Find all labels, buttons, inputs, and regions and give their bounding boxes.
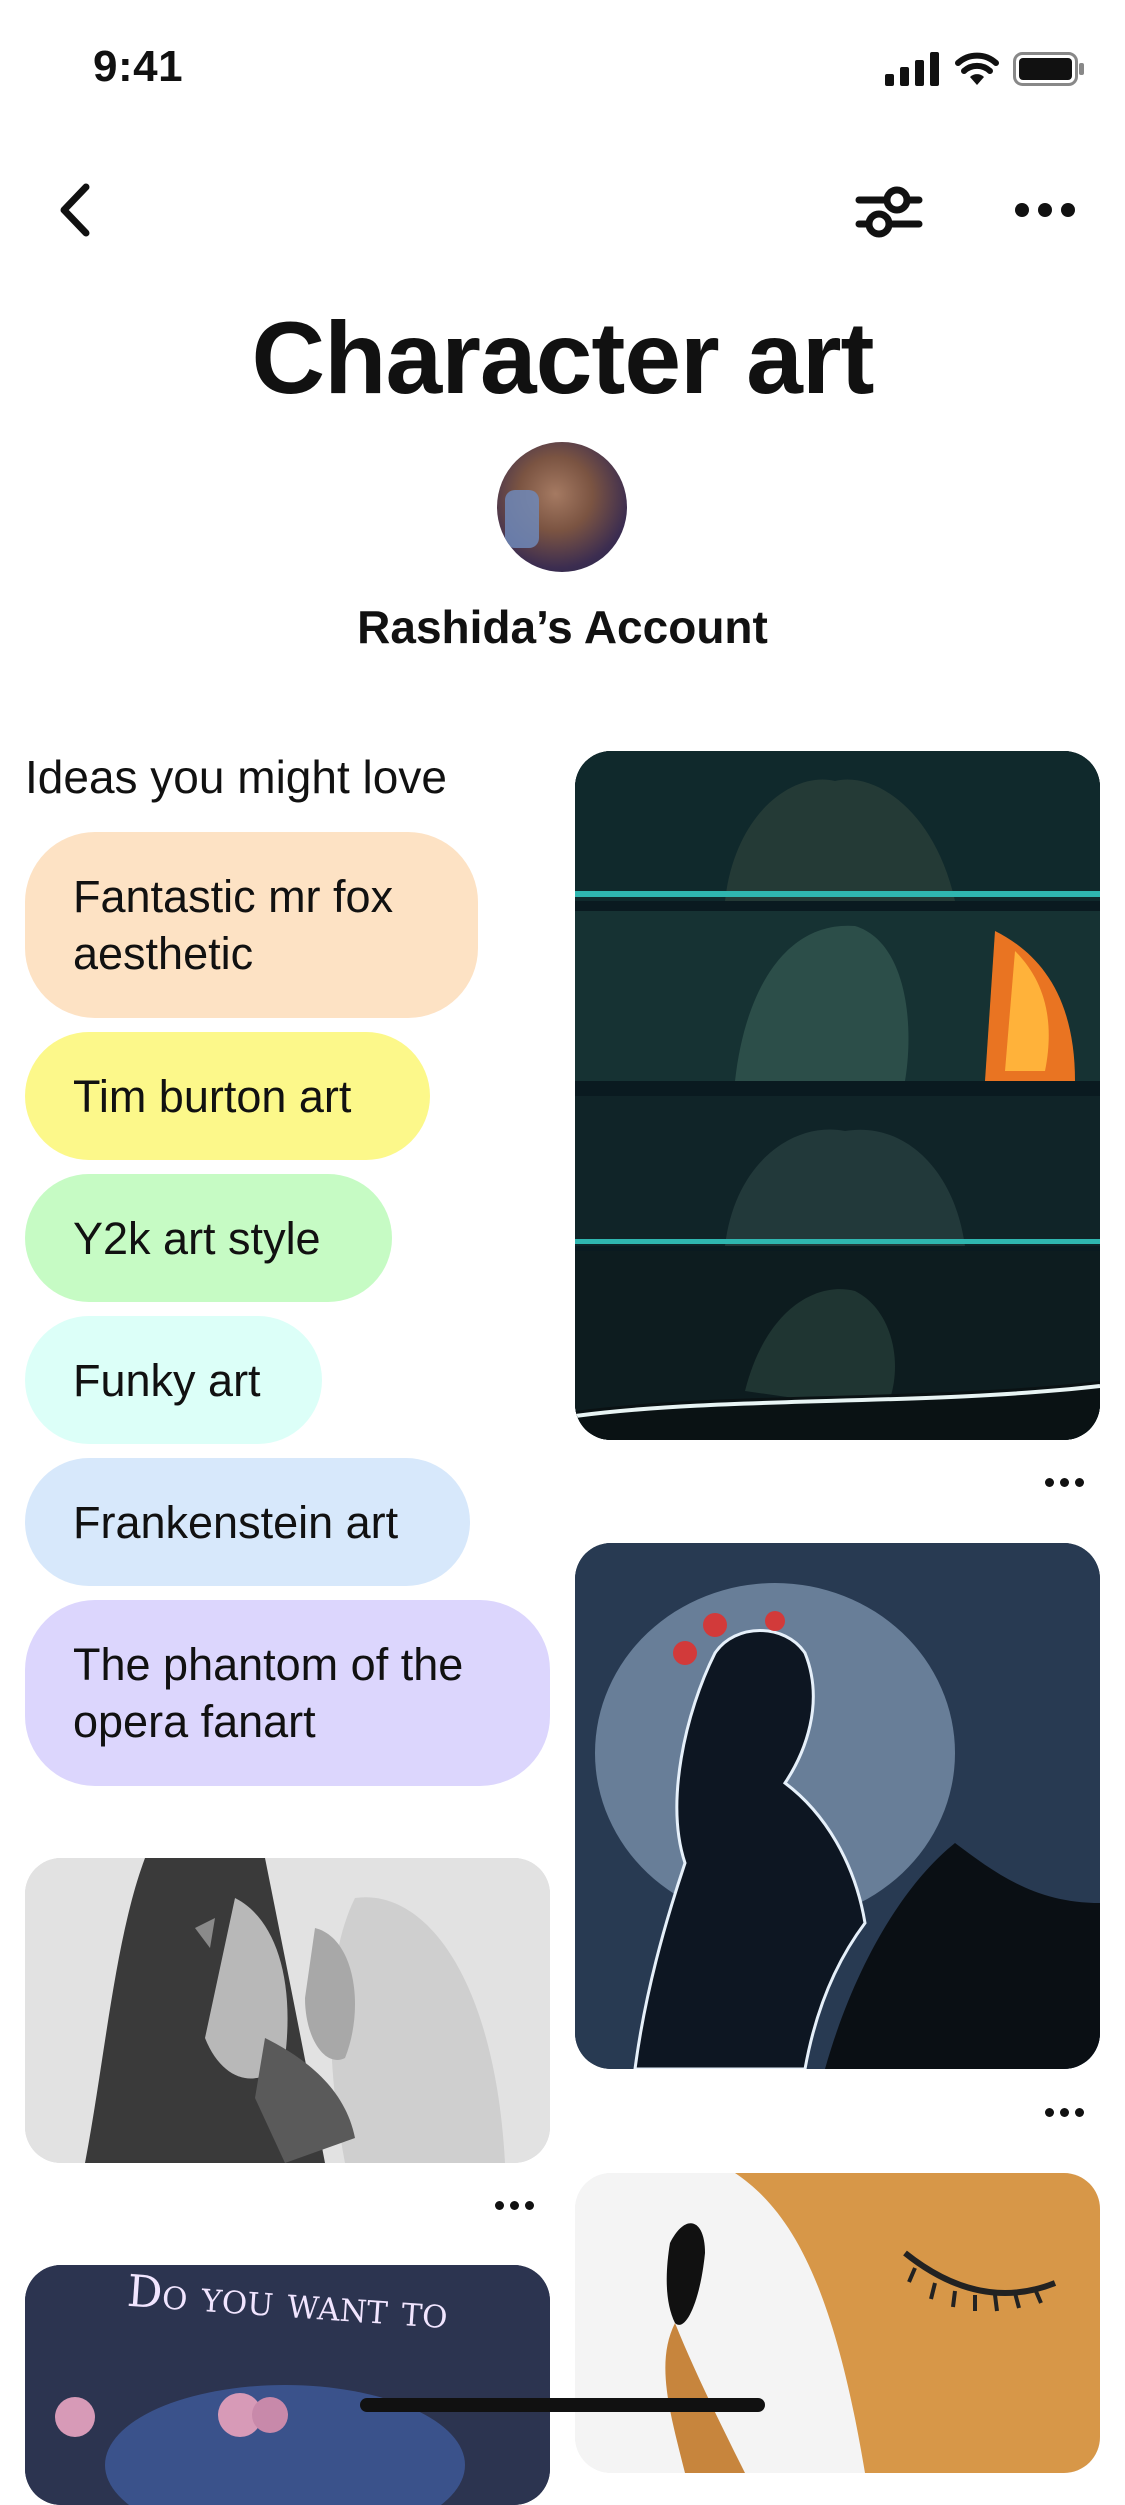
battery-icon	[1013, 52, 1084, 86]
ellipsis-icon	[1015, 203, 1029, 217]
avatar[interactable]	[497, 442, 627, 572]
idea-chip[interactable]: Y2k art style	[25, 1174, 392, 1302]
back-button[interactable]	[50, 180, 100, 240]
idea-chip[interactable]: Funky art	[25, 1316, 322, 1444]
pin-image-closed-eye[interactable]	[575, 2173, 1100, 2473]
ideas-heading: Ideas you might love	[25, 751, 447, 803]
ellipsis-icon	[1044, 1477, 1054, 1487]
signal-icon	[885, 52, 939, 86]
account-name[interactable]: Rashida’s Account	[0, 600, 1125, 654]
pin-image-elf-kiss[interactable]	[25, 1858, 550, 2163]
status-icons	[885, 52, 1085, 86]
idea-chip[interactable]: The phantom of the opera fanart	[25, 1600, 550, 1786]
pin-image-comic-panels[interactable]	[575, 751, 1100, 1440]
home-indicator	[360, 2398, 765, 2412]
pin-more-button[interactable]	[1042, 2102, 1086, 2122]
pin-image-silhouette[interactable]	[575, 1543, 1100, 2069]
idea-chip[interactable]: Fantastic mr fox aesthetic	[25, 832, 478, 1018]
pin-more-button[interactable]	[492, 2195, 536, 2215]
ellipsis-icon	[1044, 2107, 1054, 2117]
idea-chip[interactable]: Tim burton art	[25, 1032, 430, 1160]
filter-button[interactable]	[855, 178, 923, 246]
ellipsis-icon	[494, 2200, 504, 2210]
wifi-icon	[955, 52, 999, 85]
board-more-button[interactable]	[1010, 190, 1080, 230]
pin-more-button[interactable]	[1042, 1472, 1086, 1492]
idea-chip[interactable]: Frankenstein art	[25, 1458, 470, 1586]
board-title: Character art	[251, 301, 875, 415]
pin-image-poster[interactable]: Do you want to	[25, 2265, 550, 2505]
chevron-left-icon	[60, 183, 90, 237]
status-time: 9:41	[93, 42, 184, 91]
filter-sliders-icon	[855, 186, 923, 238]
